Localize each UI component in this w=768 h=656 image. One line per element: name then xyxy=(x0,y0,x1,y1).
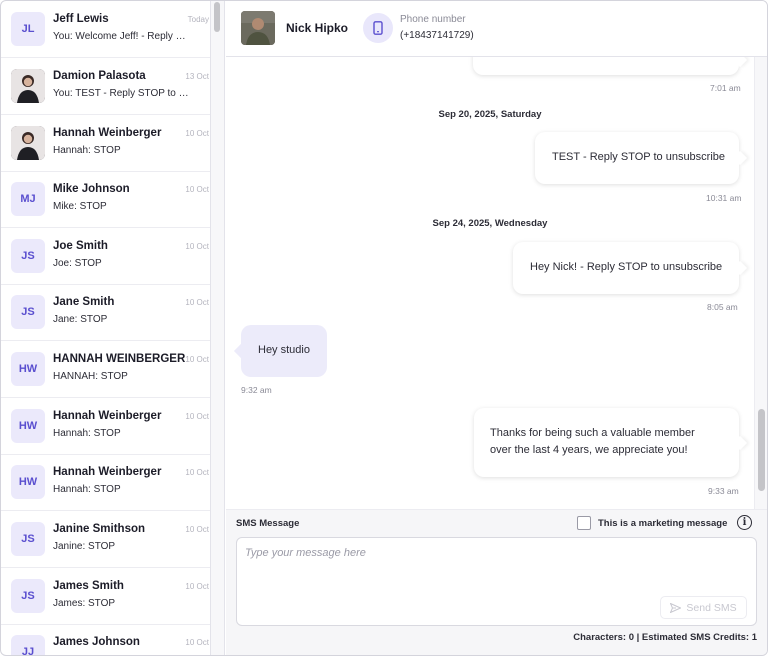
send-icon xyxy=(670,602,682,613)
date-separator: Sep 20, 2025, Saturday xyxy=(438,109,542,120)
message-time: 7:01 am xyxy=(710,83,741,93)
conversation-date: 10 Oct xyxy=(185,355,209,364)
contact-name: Nick Hipko xyxy=(286,21,349,35)
message-text-line: Thanks for being such a valuable member xyxy=(490,427,695,439)
outgoing-message: Thanks for being such a valuable member … xyxy=(474,408,739,477)
message-time: 9:33 am xyxy=(708,486,739,496)
avatar: HW xyxy=(11,409,45,443)
contact-avatar[interactable] xyxy=(241,11,275,45)
send-sms-button[interactable]: Send SMS xyxy=(660,596,747,619)
conversation-item[interactable]: JS Jane Smith Jane: STOP 10 Oct xyxy=(1,284,210,341)
avatar: JS xyxy=(11,522,45,556)
conversation-date: 10 Oct xyxy=(185,468,209,477)
conversation-item[interactable]: HW HANNAH WEINBERGER HANNAH: STOP 10 Oct xyxy=(1,341,210,398)
conversation-item[interactable]: JL Jeff Lewis You: Welcome Jeff! - Reply …… xyxy=(1,1,210,58)
conversation-date: 10 Oct xyxy=(185,185,209,194)
message-thread: 7:01 am Sep 20, 2025, Saturday TEST - Re… xyxy=(226,57,754,509)
credits-counter: Characters: 0 | Estimated SMS Credits: 1 xyxy=(573,632,757,643)
avatar xyxy=(11,69,45,103)
conversation-item[interactable]: JJ James Johnson 10 Oct xyxy=(1,624,210,655)
outgoing-message: Hey Nick! - Reply STOP to unsubscribe xyxy=(513,242,739,294)
conversation-preview: You: TEST - Reply STOP to … xyxy=(53,88,189,99)
chat-header: Nick Hipko Phone number (+18437141729) xyxy=(226,1,767,57)
incoming-message: Hey studio xyxy=(241,325,327,377)
message-text: Hey Nick! - Reply STOP to unsubscribe xyxy=(530,261,723,273)
message-text: Hey studio xyxy=(258,344,310,356)
conversation-name: Damion Palasota xyxy=(53,70,146,82)
phone-icon xyxy=(363,13,393,43)
conversation-date: 10 Oct xyxy=(185,129,209,138)
message-thread-scrollbar[interactable] xyxy=(754,57,767,509)
message-composer: SMS Message This is a marketing message … xyxy=(226,509,767,655)
sms-message-label: SMS Message xyxy=(236,518,300,529)
conversation-date: 10 Oct xyxy=(185,582,209,591)
conversation-name: Mike Johnson xyxy=(53,183,130,195)
avatar: JL xyxy=(11,12,45,46)
avatar xyxy=(11,126,45,160)
conversation-list-scrollbar[interactable] xyxy=(211,1,225,655)
conversation-item[interactable]: MJ Mike Johnson Mike: STOP 10 Oct xyxy=(1,171,210,228)
conversation-date: 10 Oct xyxy=(185,525,209,534)
conversation-name: HANNAH WEINBERGER xyxy=(53,353,186,365)
conversation-name: Janine Smithson xyxy=(53,523,146,535)
avatar: JS xyxy=(11,295,45,329)
send-sms-label: Send SMS xyxy=(686,601,737,614)
conversation-item[interactable]: Damion Palasota You: TEST - Reply STOP to… xyxy=(1,58,210,115)
avatar: JJ xyxy=(11,635,45,655)
conversation-preview: Hannah: STOP xyxy=(53,484,121,495)
outgoing-message xyxy=(473,57,739,75)
avatar: HW xyxy=(11,352,45,386)
conversation-preview: Jane: STOP xyxy=(53,314,108,325)
info-icon[interactable]: i xyxy=(737,515,752,530)
date-separator: Sep 24, 2025, Wednesday xyxy=(432,218,548,229)
message-time: 9:32 am xyxy=(241,385,272,395)
conversation-name: Hannah Weinberger xyxy=(53,127,162,139)
conversation-preview: HANNAH: STOP xyxy=(53,371,128,382)
conversation-name: Jeff Lewis xyxy=(53,13,109,25)
conversation-date: 10 Oct xyxy=(185,412,209,421)
avatar: HW xyxy=(11,465,45,499)
conversation-date: 10 Oct xyxy=(185,638,209,647)
conversation-preview: Hannah: STOP xyxy=(53,145,121,156)
conversation-name: Joe Smith xyxy=(53,240,108,252)
scrollbar-thumb[interactable] xyxy=(214,2,220,32)
conversation-item[interactable]: HW Hannah Weinberger Hannah: STOP 10 Oct xyxy=(1,454,210,511)
conversation-item[interactable]: JS Janine Smithson Janine: STOP 10 Oct xyxy=(1,511,210,568)
conversation-list: JL Jeff Lewis You: Welcome Jeff! - Reply …… xyxy=(1,1,211,655)
conversation-item[interactable]: Hannah Weinberger Hannah: STOP 10 Oct xyxy=(1,115,210,172)
marketing-message-label[interactable]: This is a marketing message xyxy=(598,518,727,529)
message-text: TEST - Reply STOP to unsubscribe xyxy=(552,151,726,163)
marketing-message-checkbox[interactable] xyxy=(577,516,591,530)
conversation-name: James Smith xyxy=(53,580,124,592)
messaging-window: JL Jeff Lewis You: Welcome Jeff! - Reply …… xyxy=(0,0,768,656)
conversation-name: Hannah Weinberger xyxy=(53,466,162,478)
conversation-item[interactable]: HW Hannah Weinberger Hannah: STOP 10 Oct xyxy=(1,398,210,455)
conversation-preview: Janine: STOP xyxy=(53,541,116,552)
conversation-preview: Mike: STOP xyxy=(53,201,107,212)
message-time: 10:31 am xyxy=(706,193,742,203)
conversation-name: James Johnson xyxy=(53,636,140,648)
conversation-preview: Hannah: STOP xyxy=(53,428,121,439)
avatar: MJ xyxy=(11,182,45,216)
avatar: JS xyxy=(11,239,45,273)
avatar: JS xyxy=(11,579,45,613)
conversation-date: 13 Oct xyxy=(185,72,209,81)
conversation-preview: Joe: STOP xyxy=(53,258,102,269)
message-time: 8:05 am xyxy=(707,302,738,312)
conversation-name: Jane Smith xyxy=(53,296,115,308)
conversation-date: 10 Oct xyxy=(185,242,209,251)
conversation-name: Hannah Weinberger xyxy=(53,410,162,422)
conversation-item[interactable]: JS James Smith James: STOP 10 Oct xyxy=(1,568,210,625)
conversation-item[interactable]: JS Joe Smith Joe: STOP 10 Oct xyxy=(1,228,210,285)
conversation-preview: You: Welcome Jeff! - Reply … xyxy=(53,31,186,42)
conversation-date: 10 Oct xyxy=(185,298,209,307)
conversation-date: Today xyxy=(187,15,209,24)
message-text-line: over the last 4 years, we appreciate you… xyxy=(490,444,688,456)
phone-number: (+18437141729) xyxy=(400,30,474,41)
conversation-preview: James: STOP xyxy=(53,598,116,609)
outgoing-message: TEST - Reply STOP to unsubscribe xyxy=(535,132,739,184)
scrollbar-thumb[interactable] xyxy=(758,409,765,491)
phone-label: Phone number xyxy=(400,14,466,25)
